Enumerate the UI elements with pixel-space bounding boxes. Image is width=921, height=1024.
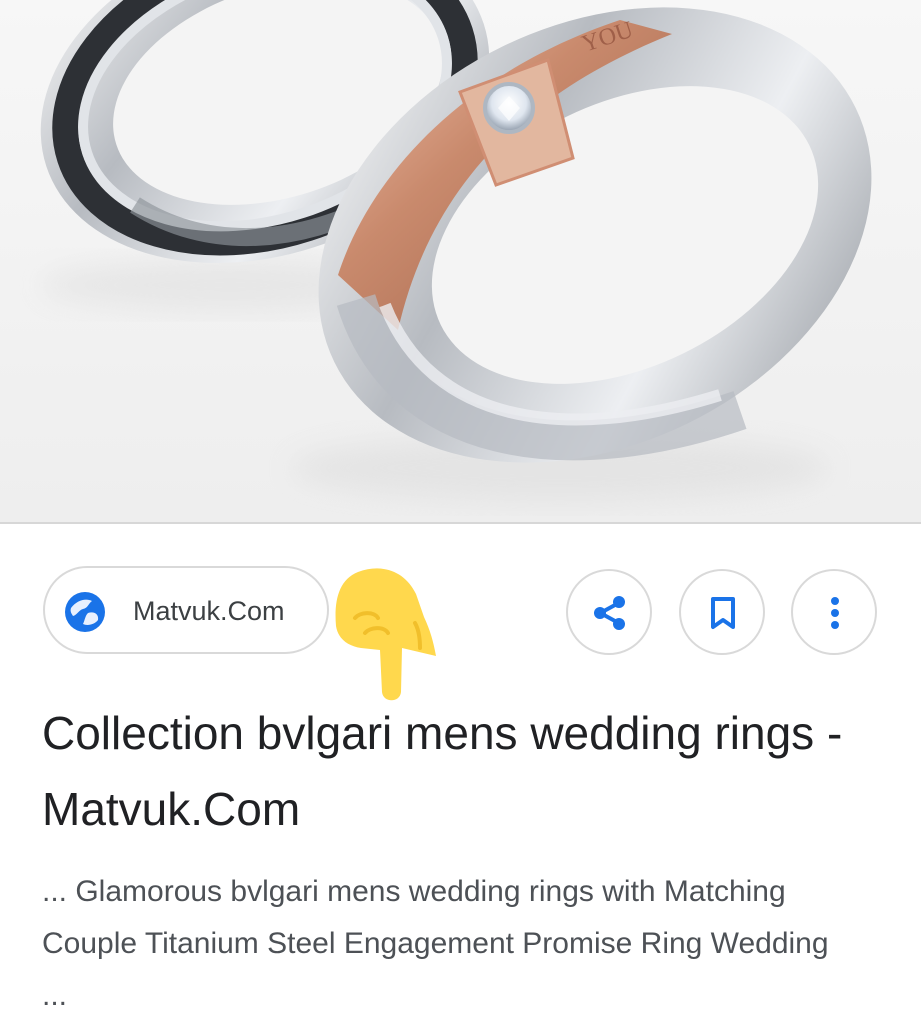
- image-divider: [0, 522, 921, 524]
- result-title[interactable]: Collection bvlgari mens wedding rings - …: [42, 695, 872, 847]
- share-button[interactable]: [566, 569, 652, 655]
- share-icon: [594, 596, 625, 630]
- source-label: Matvuk.Com: [133, 596, 285, 626]
- more-options-button[interactable]: [791, 569, 877, 655]
- bookmark-icon: [711, 597, 735, 629]
- source-chip[interactable]: Matvuk.Com: [43, 566, 329, 654]
- globe-icon: [63, 590, 107, 634]
- result-snippet: ... Glamorous bvlgari mens wedding rings…: [42, 875, 829, 1012]
- rings-illustration: YOU: [40, 0, 872, 502]
- save-button[interactable]: [679, 569, 765, 655]
- more-vertical-icon: [831, 597, 839, 629]
- pointing-hand-icon: [330, 560, 455, 710]
- result-image[interactable]: YOU: [0, 0, 921, 522]
